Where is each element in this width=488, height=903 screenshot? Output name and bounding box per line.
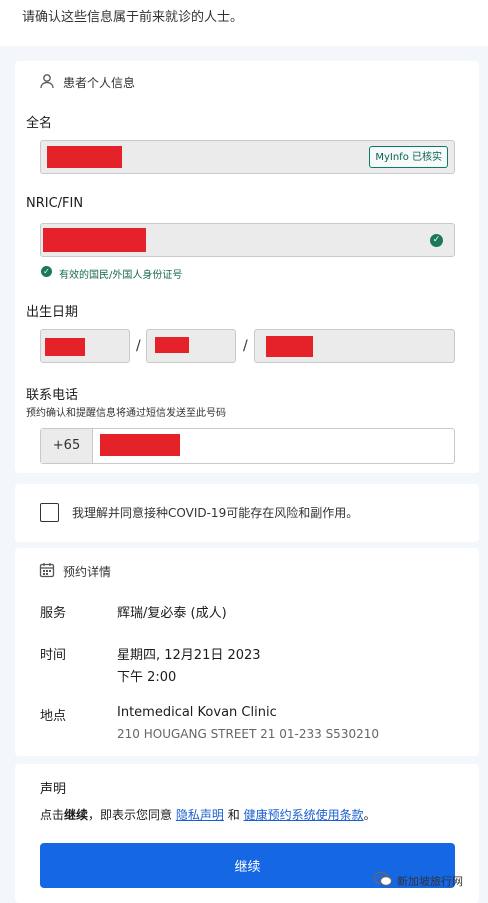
dob-month-field[interactable] <box>146 329 236 363</box>
redacted-phone <box>100 434 180 456</box>
appointment-header: 预约详情 <box>39 562 111 581</box>
declaration-prefix: 点击 <box>40 808 65 822</box>
top-note-text: 请确认这些信息属于前来就诊的人士。 <box>22 10 244 25</box>
redacted-name <box>47 146 122 168</box>
time-label: 时间 <box>40 648 67 663</box>
redacted-nric <box>43 228 146 252</box>
location-name: Intemedical Kovan Clinic <box>117 705 277 720</box>
location-address: 210 HOUGANG STREET 21 01-233 S530210 <box>117 727 379 741</box>
time-date: 星期四, 12月21日 2023 <box>117 648 261 663</box>
phone-field[interactable]: +65 <box>40 428 455 464</box>
service-value: 辉瑞/复必泰 (成人) <box>117 606 227 621</box>
dob-separator-2: / <box>243 338 248 354</box>
valid-small-check-icon: ✓ <box>41 266 52 277</box>
myinfo-verified-badge: MyInfo 已核实 <box>369 146 448 168</box>
phone-hint: 预约确认和提醒信息将通过短信发送至此号码 <box>26 408 226 419</box>
declaration-and: 和 <box>227 808 240 822</box>
time-hour: 下午 2:00 <box>117 670 177 685</box>
dob-day-field[interactable] <box>40 329 130 363</box>
service-label: 服务 <box>40 606 67 621</box>
wechat-icon <box>373 871 393 890</box>
dob-label: 出生日期 <box>26 305 79 320</box>
declaration-end: 。 <box>363 808 376 822</box>
terms-of-use-link[interactable]: 健康预约系统使用条款 <box>244 808 364 822</box>
watermark: 新加坡旅行网 <box>373 871 463 890</box>
top-note: 请确认这些信息属于前来就诊的人士。 <box>0 0 488 46</box>
appointment-title: 预约详情 <box>63 565 112 579</box>
appointment-card: 预约详情 服务 辉瑞/复必泰 (成人) 时间 星期四, 12月21日 2023 … <box>15 548 479 756</box>
redacted-dob-day <box>45 338 85 356</box>
redacted-dob-month <box>155 337 189 353</box>
privacy-statement-link[interactable]: 隐私声明 <box>176 808 224 822</box>
nric-valid-message: 有效的国民/外国人身份证号 <box>59 270 183 281</box>
dob-year-field[interactable] <box>254 329 455 363</box>
declaration-middle: ，即表示您同意 <box>88 808 173 822</box>
declaration-text: 点击继续，即表示您同意 隐私声明 和 健康预约系统使用条款。 <box>40 806 376 823</box>
full-name-field[interactable]: MyInfo 已核实 <box>40 140 455 174</box>
nric-field[interactable]: ✓ <box>40 223 455 257</box>
declaration-bold: 继续 <box>64 808 89 822</box>
location-label: 地点 <box>40 709 67 724</box>
declaration-title: 声明 <box>40 782 67 797</box>
person-icon <box>39 73 55 92</box>
calendar-icon <box>39 562 55 581</box>
phone-label: 联系电话 <box>26 388 79 403</box>
personal-info-header: 患者个人信息 <box>39 73 135 92</box>
phone-country-code: +65 <box>41 429 93 463</box>
personal-info-title: 患者个人信息 <box>63 76 136 90</box>
consent-text: 我理解并同意接种COVID-19可能存在风险和副作用。 <box>72 506 359 520</box>
redacted-dob-year <box>266 336 313 357</box>
consent-checkbox[interactable] <box>40 503 59 522</box>
nric-label: NRIC/FIN <box>26 196 84 211</box>
watermark-text: 新加坡旅行网 <box>397 874 463 888</box>
dob-separator-1: / <box>136 338 141 354</box>
valid-check-icon: ✓ <box>430 234 443 247</box>
full-name-label: 全名 <box>26 116 53 131</box>
